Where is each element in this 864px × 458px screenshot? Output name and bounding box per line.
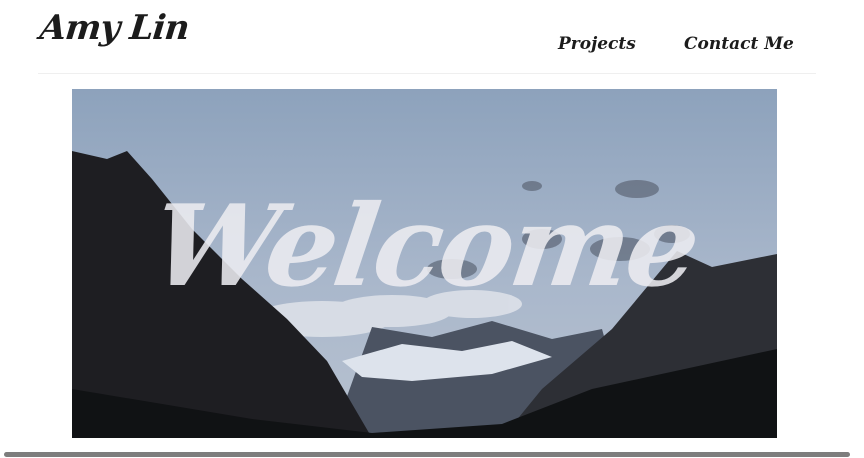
hero-banner: Welcome xyxy=(72,89,777,438)
nav-link-projects[interactable]: Projects xyxy=(558,34,636,54)
nav-link-contact[interactable]: Contact Me xyxy=(684,34,794,54)
site-header: Amy Lin Projects Contact Me xyxy=(0,0,864,74)
horizontal-scrollbar[interactable] xyxy=(4,452,850,457)
site-logo[interactable]: Amy Lin xyxy=(38,8,191,48)
header-divider xyxy=(38,73,816,74)
hero-title: Welcome xyxy=(144,181,705,312)
